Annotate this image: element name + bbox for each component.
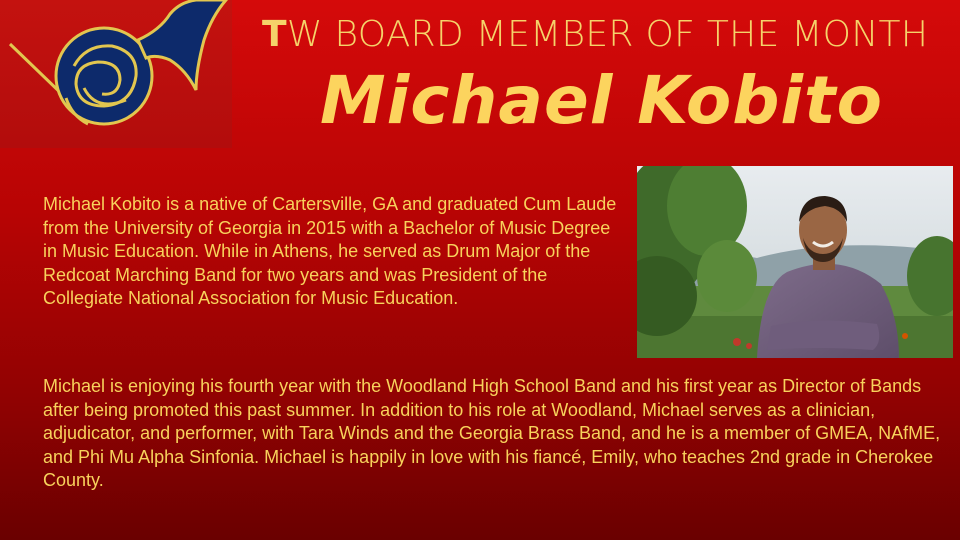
logo-panel [0,0,232,148]
bio-paragraph-1: Michael Kobito is a native of Cartersvil… [43,194,617,308]
member-name: Michael Kobito [320,62,883,139]
title-text: W BOARD MEMBER OF THE MONTH [286,14,929,55]
person-photo [637,166,953,358]
french-horn-icon [8,0,228,126]
bio-paragraph-2: Michael is enjoying his fourth year with… [43,376,941,490]
member-photo [637,166,953,358]
page-title: TW BOARD MEMBER OF THE MONTH [262,14,942,55]
title-first-letter: T [262,14,287,55]
